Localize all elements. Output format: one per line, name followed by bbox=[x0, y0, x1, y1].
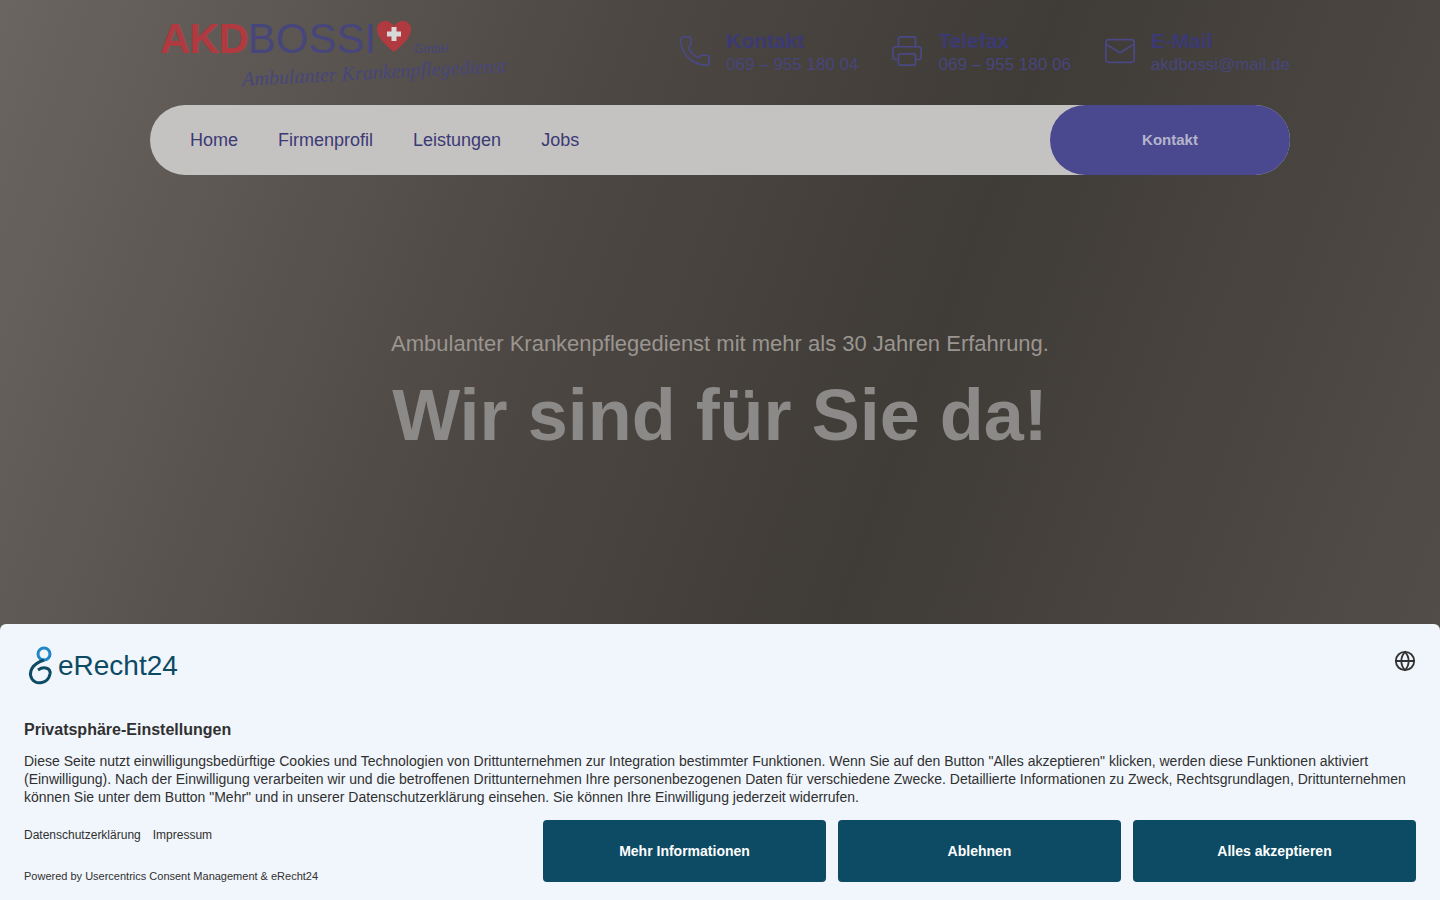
consent-text: Diese Seite nutzt einwilligungsbedürftig… bbox=[24, 752, 1416, 806]
hero-subtitle: Ambulanter Krankenpflegedienst mit mehr … bbox=[391, 327, 1049, 360]
contact-item[interactable]: E-Mailakdbossi@mail.de bbox=[1103, 28, 1290, 76]
heart-cross-icon bbox=[376, 20, 412, 54]
contact-button[interactable]: Kontakt bbox=[1050, 105, 1290, 175]
contact-item[interactable]: Kontakt069 – 955 180 04 bbox=[678, 28, 858, 76]
hero: Ambulanter Krankenpflegedienst mit mehr … bbox=[0, 327, 1440, 460]
nav-link[interactable]: Leistungen bbox=[413, 127, 501, 154]
page: AKDBOSSIGmbHAmbulanter Krankenpflegedien… bbox=[0, 0, 1440, 900]
mail-icon bbox=[1103, 34, 1137, 68]
language-globe-icon[interactable] bbox=[1394, 650, 1416, 672]
header: AKDBOSSIGmbHAmbulanter Krankenpflegedien… bbox=[150, 0, 1290, 85]
erecht24-swirl-icon bbox=[24, 646, 58, 686]
erecht24-logo: eRecht24 bbox=[24, 646, 178, 686]
nav-link[interactable]: Home bbox=[190, 127, 238, 154]
nav-link[interactable]: Firmenprofil bbox=[278, 127, 373, 154]
consent-button[interactable]: Mehr Informationen bbox=[543, 820, 826, 882]
contact-item[interactable]: Telefax069 – 955 180 06 bbox=[890, 28, 1070, 76]
logo[interactable]: AKDBOSSIGmbHAmbulanter Krankenpflegedien… bbox=[150, 18, 507, 85]
consent-link[interactable]: Datenschutzerklärung bbox=[24, 826, 141, 844]
nav-link[interactable]: Jobs bbox=[541, 127, 579, 154]
hero-title: Wir sind für Sie da! bbox=[392, 370, 1047, 460]
fax-icon bbox=[890, 34, 924, 68]
powered-by: Powered by Usercentrics Consent Manageme… bbox=[24, 868, 318, 885]
consent-banner: eRecht24 Privatsphäre-Einstellungen Diese … bbox=[0, 624, 1440, 900]
consent-button[interactable]: Ablehnen bbox=[838, 820, 1121, 882]
phone-icon bbox=[678, 34, 712, 68]
consent-button[interactable]: Alles akzeptieren bbox=[1133, 820, 1416, 882]
nav-bar: Home Firmenprofil Leistungen Jobs Kontakt bbox=[150, 105, 1290, 175]
consent-title: Privatsphäre-Einstellungen bbox=[24, 718, 1416, 742]
consent-link[interactable]: Impressum bbox=[153, 826, 212, 844]
